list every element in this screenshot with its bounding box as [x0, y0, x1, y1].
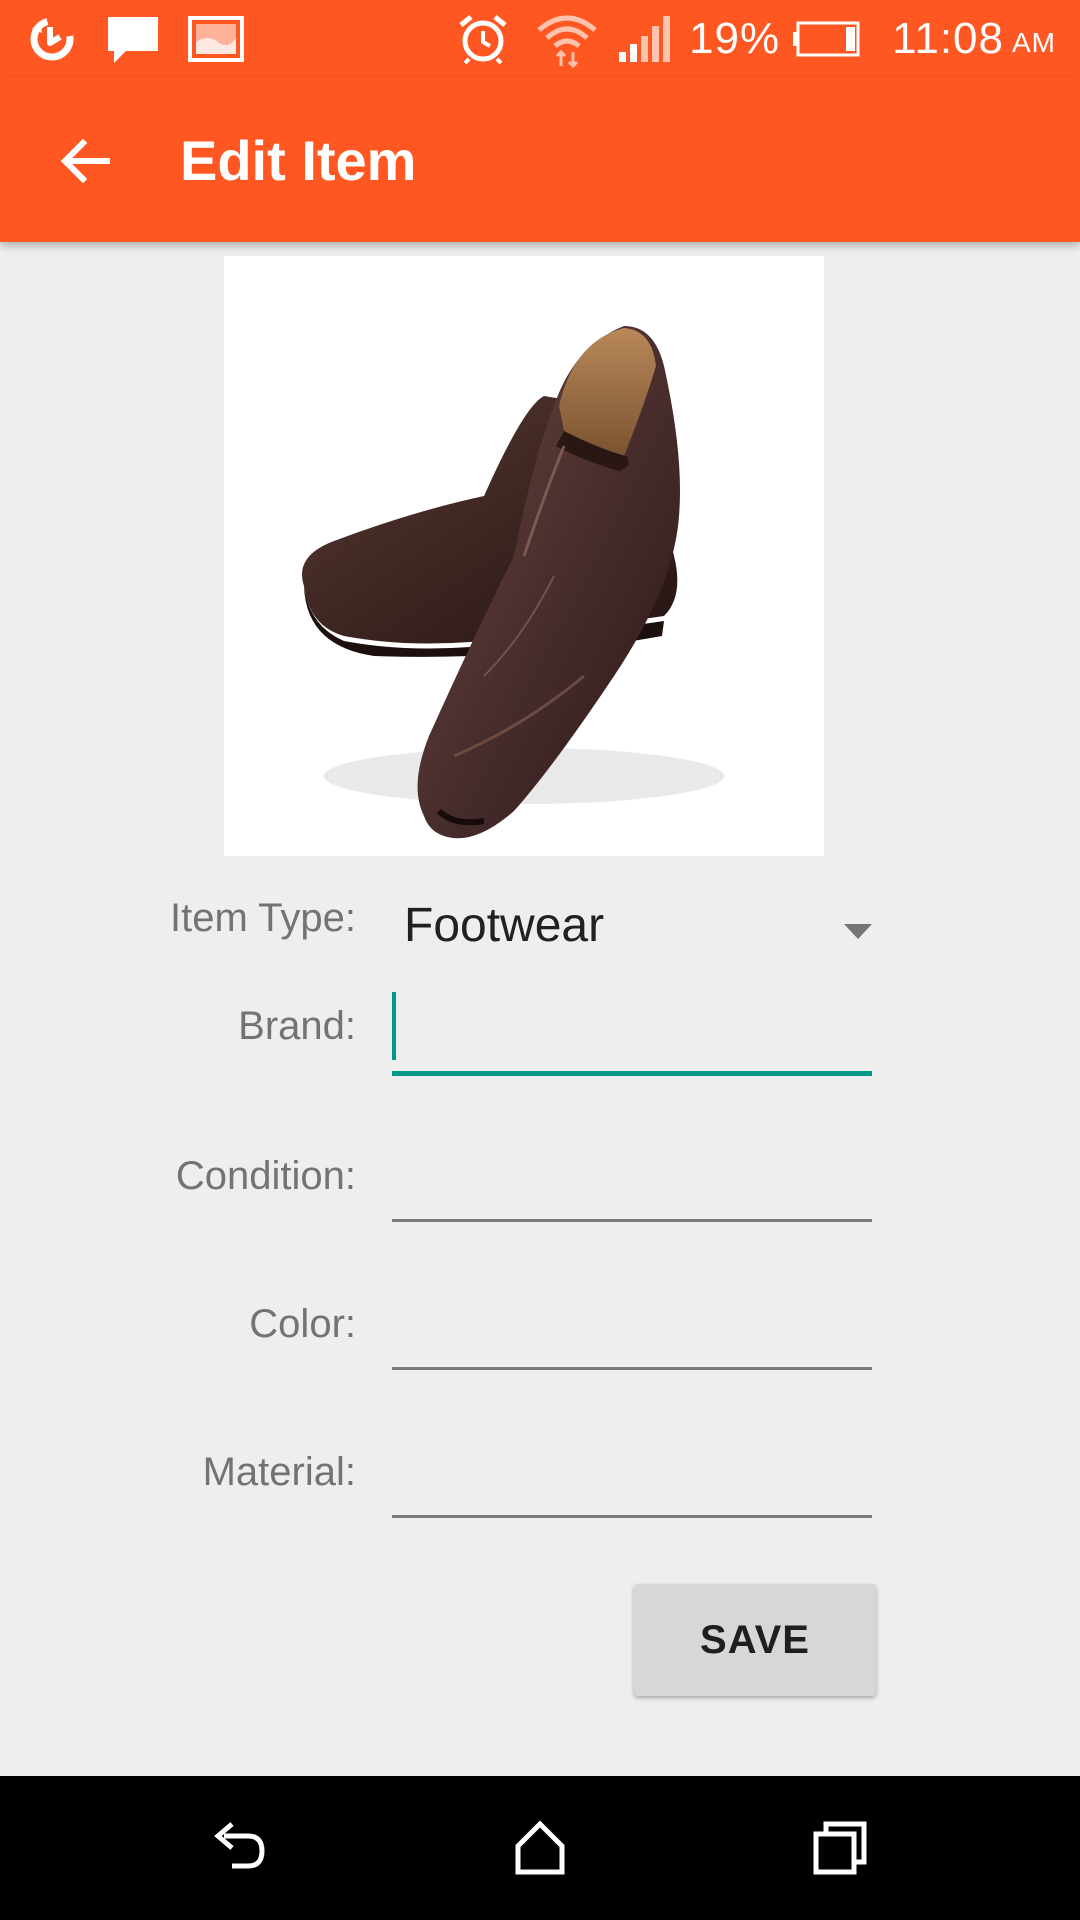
save-button[interactable]: SAVE [634, 1584, 876, 1696]
battery-icon [792, 19, 862, 59]
color-field[interactable] [392, 1278, 872, 1370]
nav-recents-button[interactable] [800, 1808, 880, 1888]
clock-ampm: AM [1012, 27, 1056, 58]
material-field[interactable] [392, 1426, 872, 1518]
material-label: Material: [202, 1450, 356, 1494]
color-input[interactable] [392, 1278, 872, 1367]
dropdown-arrow-icon [844, 924, 872, 939]
material-row: Material: [0, 1426, 1080, 1536]
wifi-icon [535, 10, 599, 68]
item-type-label: Item Type: [169, 896, 356, 940]
material-input[interactable] [392, 1426, 872, 1515]
status-bar: 19% 11:08 AM [0, 0, 1080, 78]
condition-label: Condition: [175, 1154, 356, 1198]
shoe-image [302, 326, 724, 839]
brand-row: Brand: [0, 980, 1080, 1090]
app-toolbar: Edit Item [0, 78, 1080, 242]
status-left-icons [26, 12, 244, 66]
condition-field[interactable] [392, 1130, 872, 1222]
navigation-bar [0, 1776, 1080, 1920]
status-right-icons: 19% 11:08 AM [457, 8, 1056, 70]
sync-icon [26, 13, 78, 65]
item-type-row: Item Type: Footwear [0, 884, 1080, 984]
back-button[interactable] [40, 116, 130, 206]
battery-percent: 19% [689, 14, 781, 63]
condition-row: Condition: [0, 1130, 1080, 1240]
brand-label: Brand: [238, 1004, 356, 1048]
clock-time: 11:08 [892, 14, 1004, 63]
brand-input[interactable] [392, 984, 872, 1071]
screen: 19% 11:08 AM Edit Item Item Type: Footwe… [0, 0, 1080, 1920]
item-type-spinner[interactable]: Footwear [392, 888, 872, 968]
alarm-icon [457, 13, 509, 65]
gallery-icon [188, 16, 244, 62]
color-label: Color: [249, 1302, 356, 1346]
nav-home-button[interactable] [500, 1808, 580, 1888]
nav-back-icon [214, 1822, 265, 1869]
back-arrow-icon [60, 138, 110, 184]
color-row: Color: [0, 1278, 1080, 1388]
nav-recents-icon [813, 1821, 867, 1875]
condition-input[interactable] [392, 1130, 872, 1219]
item-type-value: Footwear [404, 899, 605, 952]
item-photo[interactable] [224, 256, 824, 856]
brand-field[interactable] [392, 984, 872, 1076]
message-icon [106, 13, 160, 65]
nav-back-button[interactable] [200, 1808, 280, 1888]
nav-home-icon [515, 1820, 565, 1875]
signal-icon [617, 14, 673, 64]
page-title: Edit Item [180, 129, 417, 192]
